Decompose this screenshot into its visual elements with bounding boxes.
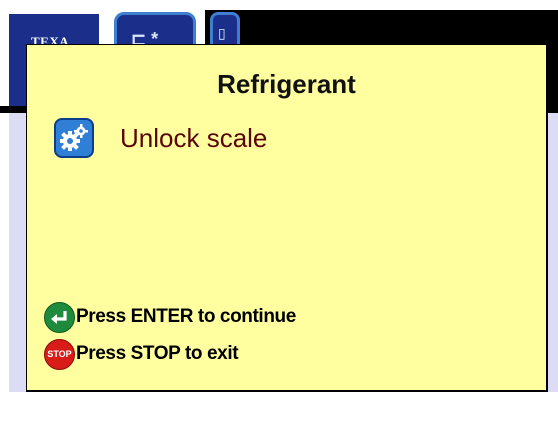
stop-action[interactable]: STOP Press STOP to exit (44, 338, 239, 370)
dialog-title: Refrigerant (217, 69, 356, 99)
enter-icon[interactable] (44, 301, 75, 333)
unlock-scale-label[interactable]: Unlock scale (120, 123, 267, 154)
screen-bottom-strip (9, 392, 558, 421)
enter-action-label: Press ENTER to continue (76, 306, 296, 327)
unlock-scale-button[interactable] (54, 118, 94, 158)
stop-icon-text: STOP (47, 348, 72, 359)
gears-icon (60, 124, 88, 151)
stop-action-label: Press STOP to exit (76, 343, 239, 364)
stop-icon[interactable]: STOP (44, 338, 75, 370)
refrigerant-dialog: Refrigerant Unlock scale Press ENTER to … (26, 44, 548, 392)
bottle-tab-icon: ▯ (218, 25, 226, 41)
enter-action[interactable]: Press ENTER to continue (44, 301, 296, 333)
